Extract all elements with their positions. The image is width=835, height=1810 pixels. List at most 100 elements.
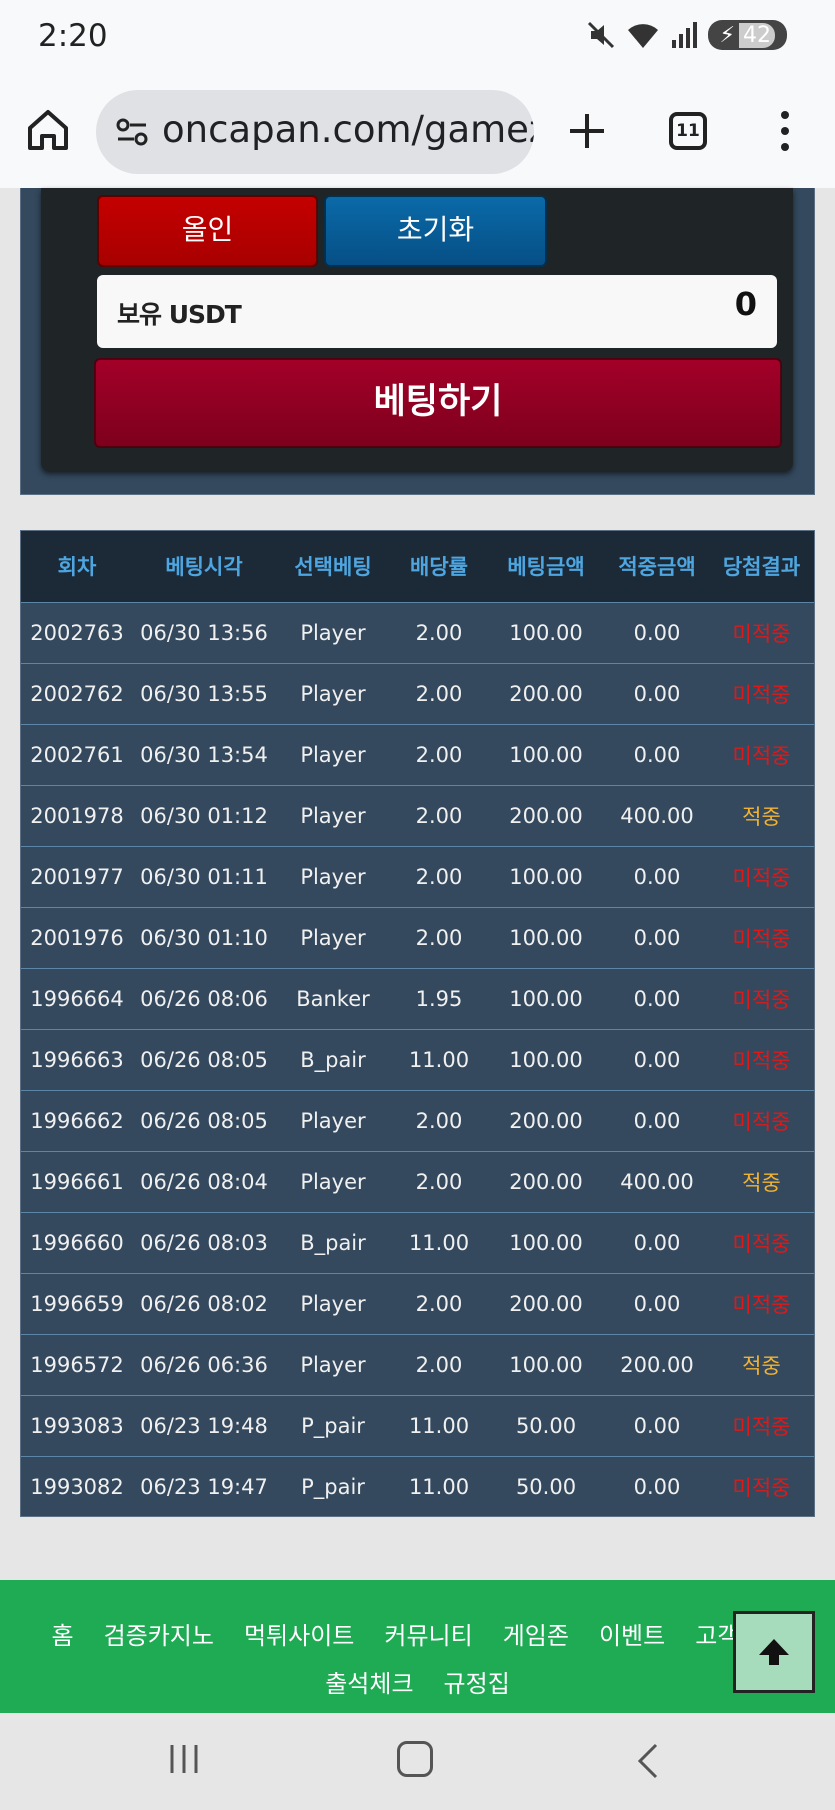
signal-icon xyxy=(671,22,697,48)
round-cell: 1993083 xyxy=(21,1394,133,1456)
odds-cell: 2.00 xyxy=(391,662,487,724)
win-amount-cell: 0.00 xyxy=(605,1394,709,1456)
table-row: 2002762 06/30 13:55 Player 2.00 200.00 0.00 미적… xyxy=(21,662,814,724)
result-cell: 미적중 xyxy=(709,1455,814,1517)
bet-amount-cell: 100.00 xyxy=(487,1028,605,1090)
plus-icon[interactable] xyxy=(562,106,612,156)
selection-cell: Player xyxy=(275,1089,391,1151)
bet-amount-cell: 200.00 xyxy=(487,1089,605,1151)
table-header-row: 회차 베팅시각 선택베팅 배당률 베팅금액 적중금액 당첨결과 xyxy=(21,531,814,602)
column-header: 회차 xyxy=(21,531,133,602)
footer-nav: 홈검증카지노먹튀사이트커뮤니티게임존이벤트고객센터 출석체크규정집 xyxy=(0,1580,835,1713)
bet-time-cell: 06/26 08:05 xyxy=(133,1028,275,1090)
win-amount-cell: 0.00 xyxy=(605,601,709,663)
table-row: 2002761 06/30 13:54 Player 2.00 100.00 0.00 미적… xyxy=(21,723,814,785)
selection-cell: B_pair xyxy=(275,1028,391,1090)
odds-cell: 11.00 xyxy=(391,1211,487,1273)
battery-icon: ⚡ 42 xyxy=(707,20,787,50)
win-amount-cell: 200.00 xyxy=(605,1333,709,1395)
bet-time-cell: 06/26 08:02 xyxy=(133,1272,275,1334)
round-cell: 2001978 xyxy=(21,784,133,846)
address-bar[interactable]: oncapan.com/gamezo xyxy=(96,90,534,174)
status-time: 2:20 xyxy=(38,18,108,54)
nav-recent-icon[interactable] xyxy=(168,1743,200,1775)
result-cell: 적중 xyxy=(709,1333,814,1395)
footer-link[interactable]: 홈 xyxy=(51,1616,73,1651)
footer-link[interactable]: 커뮤니티 xyxy=(384,1616,472,1651)
footer-link[interactable]: 출석체크 xyxy=(325,1664,413,1699)
table-row: 2001977 06/30 01:11 Player 2.00 100.00 0.00 미적… xyxy=(21,845,814,907)
footer-row-1: 홈검증카지노먹튀사이트커뮤니티게임존이벤트고객센터 xyxy=(0,1616,835,1651)
selection-cell: Player xyxy=(275,1150,391,1212)
footer-link[interactable]: 규정집 xyxy=(444,1664,510,1699)
table-row: 1996663 06/26 08:05 B_pair 11.00 100.00 0.00 미… xyxy=(21,1028,814,1090)
round-cell: 2002763 xyxy=(21,601,133,663)
bet-amount-cell: 100.00 xyxy=(487,845,605,907)
bet-amount-cell: 100.00 xyxy=(487,1211,605,1273)
result-cell: 미적중 xyxy=(709,723,814,785)
round-cell: 1996664 xyxy=(21,967,133,1029)
reset-button[interactable]: 초기화 xyxy=(324,195,547,267)
url-text[interactable]: oncapan.com/gamezo xyxy=(162,108,534,151)
result-cell: 미적중 xyxy=(709,1211,814,1273)
allin-button[interactable]: 올인 xyxy=(97,195,318,267)
holding-usdt-field: 보유 USDT 0 xyxy=(97,275,777,348)
place-bet-button[interactable]: 베팅하기 xyxy=(94,358,782,448)
nav-back-icon[interactable] xyxy=(636,1743,660,1779)
odds-cell: 11.00 xyxy=(391,1028,487,1090)
table-row: 2001976 06/30 01:10 Player 2.00 100.00 0.00 미적… xyxy=(21,906,814,968)
result-cell: 미적중 xyxy=(709,1028,814,1090)
selection-cell: Banker xyxy=(275,967,391,1029)
selection-cell: Player xyxy=(275,1333,391,1395)
tabs-icon[interactable]: 11 xyxy=(669,112,707,150)
more-menu-icon[interactable] xyxy=(770,106,800,156)
win-amount-cell: 0.00 xyxy=(605,1455,709,1517)
column-header: 베팅금액 xyxy=(487,531,605,602)
odds-cell: 2.00 xyxy=(391,1333,487,1395)
win-amount-cell: 0.00 xyxy=(605,1089,709,1151)
selection-cell: Player xyxy=(275,784,391,846)
column-header: 베팅시각 xyxy=(133,531,275,602)
result-cell: 미적중 xyxy=(709,1394,814,1456)
odds-cell: 2.00 xyxy=(391,1150,487,1212)
bet-amount-cell: 200.00 xyxy=(487,1150,605,1212)
bet-time-cell: 06/26 08:03 xyxy=(133,1211,275,1273)
home-icon[interactable] xyxy=(24,106,72,154)
win-amount-cell: 400.00 xyxy=(605,1150,709,1212)
footer-link[interactable]: 먹튀사이트 xyxy=(244,1616,354,1651)
odds-cell: 2.00 xyxy=(391,723,487,785)
round-cell: 1996661 xyxy=(21,1150,133,1212)
footer-link[interactable]: 검증카지노 xyxy=(104,1616,214,1651)
footer-link[interactable]: 게임존 xyxy=(503,1616,569,1651)
table-row: 1996659 06/26 08:02 Player 2.00 200.00 0.00 미적… xyxy=(21,1272,814,1334)
selection-cell: Player xyxy=(275,906,391,968)
bet-panel: 올인 초기화 보유 USDT 0 베팅하기 xyxy=(20,188,815,495)
bet-time-cell: 06/30 01:12 xyxy=(133,784,275,846)
bet-time-cell: 06/30 13:54 xyxy=(133,723,275,785)
odds-cell: 2.00 xyxy=(391,1272,487,1334)
scroll-top-button[interactable] xyxy=(733,1611,815,1693)
odds-cell: 1.95 xyxy=(391,967,487,1029)
bet-time-cell: 06/30 01:10 xyxy=(133,906,275,968)
history-table: 회차 베팅시각 선택베팅 배당률 베팅금액 적중금액 당첨결과 2002763 06/30 1… xyxy=(21,531,814,1517)
bet-amount-cell: 200.00 xyxy=(487,662,605,724)
nav-home-icon[interactable] xyxy=(397,1741,433,1777)
round-cell: 1996572 xyxy=(21,1333,133,1395)
footer-row-2: 출석체크 규정집 xyxy=(0,1664,835,1699)
holding-value: 0 xyxy=(734,285,757,323)
odds-cell: 2.00 xyxy=(391,784,487,846)
system-nav-bar xyxy=(0,1713,835,1810)
round-cell: 1996660 xyxy=(21,1211,133,1273)
footer-link[interactable]: 이벤트 xyxy=(599,1616,665,1651)
odds-cell: 2.00 xyxy=(391,601,487,663)
round-cell: 1996663 xyxy=(21,1028,133,1090)
bet-time-cell: 06/30 13:56 xyxy=(133,601,275,663)
site-settings-icon[interactable] xyxy=(114,114,150,150)
selection-cell: Player xyxy=(275,845,391,907)
bet-amount-cell: 100.00 xyxy=(487,723,605,785)
odds-cell: 11.00 xyxy=(391,1394,487,1456)
bet-time-cell: 06/26 08:05 xyxy=(133,1089,275,1151)
odds-cell: 11.00 xyxy=(391,1455,487,1517)
bet-amount-cell: 100.00 xyxy=(487,601,605,663)
bet-amount-cell: 200.00 xyxy=(487,784,605,846)
